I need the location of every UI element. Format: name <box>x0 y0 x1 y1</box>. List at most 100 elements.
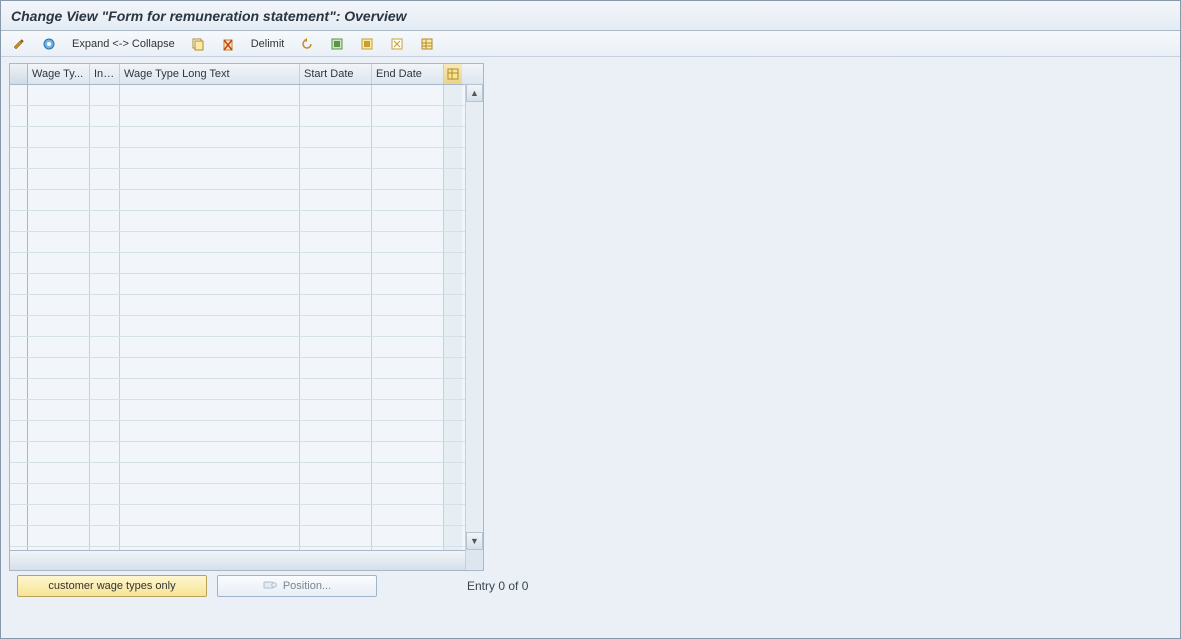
cell-start-date[interactable] <box>300 211 372 231</box>
cell-long-text[interactable] <box>120 400 300 420</box>
configure-columns-button[interactable] <box>444 64 462 84</box>
table-row[interactable] <box>10 379 483 400</box>
cell-long-text[interactable] <box>120 190 300 210</box>
cell-inf[interactable] <box>90 484 120 504</box>
cell-wage-type[interactable] <box>28 379 90 399</box>
cell-start-date[interactable] <box>300 358 372 378</box>
undo-icon[interactable] <box>295 34 319 54</box>
cell-wage-type[interactable] <box>28 526 90 546</box>
cell-inf[interactable] <box>90 316 120 336</box>
cell-wage-type[interactable] <box>28 190 90 210</box>
table-row[interactable] <box>10 190 483 211</box>
cell-end-date[interactable] <box>372 400 444 420</box>
position-button[interactable]: Position... <box>217 575 377 597</box>
table-row[interactable] <box>10 148 483 169</box>
cell-end-date[interactable] <box>372 484 444 504</box>
cell-wage-type[interactable] <box>28 463 90 483</box>
cell-long-text[interactable] <box>120 337 300 357</box>
cell-end-date[interactable] <box>372 169 444 189</box>
cell-end-date[interactable] <box>372 85 444 105</box>
table-settings-icon[interactable] <box>415 34 439 54</box>
cell-long-text[interactable] <box>120 526 300 546</box>
table-row[interactable] <box>10 400 483 421</box>
cell-inf[interactable] <box>90 85 120 105</box>
delete-icon[interactable] <box>216 34 240 54</box>
scroll-down-button[interactable]: ▼ <box>466 532 483 550</box>
cell-start-date[interactable] <box>300 127 372 147</box>
select-block-icon[interactable] <box>355 34 379 54</box>
copy-icon[interactable] <box>186 34 210 54</box>
cell-end-date[interactable] <box>372 442 444 462</box>
cell-wage-type[interactable] <box>28 337 90 357</box>
cell-end-date[interactable] <box>372 337 444 357</box>
cell-start-date[interactable] <box>300 505 372 525</box>
cell-start-date[interactable] <box>300 316 372 336</box>
row-selector[interactable] <box>10 505 28 525</box>
col-header-end-date[interactable]: End Date <box>372 64 444 84</box>
row-selector[interactable] <box>10 400 28 420</box>
table-row[interactable] <box>10 106 483 127</box>
cell-long-text[interactable] <box>120 421 300 441</box>
cell-end-date[interactable] <box>372 505 444 525</box>
cell-long-text[interactable] <box>120 148 300 168</box>
customer-wage-types-button[interactable]: customer wage types only <box>17 575 207 597</box>
table-row[interactable] <box>10 505 483 526</box>
cell-long-text[interactable] <box>120 505 300 525</box>
cell-wage-type[interactable] <box>28 106 90 126</box>
row-selector[interactable] <box>10 379 28 399</box>
cell-inf[interactable] <box>90 400 120 420</box>
cell-end-date[interactable] <box>372 274 444 294</box>
row-selector[interactable] <box>10 211 28 231</box>
table-row[interactable] <box>10 274 483 295</box>
cell-end-date[interactable] <box>372 295 444 315</box>
cell-wage-type[interactable] <box>28 505 90 525</box>
row-selector[interactable] <box>10 421 28 441</box>
row-selector[interactable] <box>10 484 28 504</box>
cell-start-date[interactable] <box>300 148 372 168</box>
cell-wage-type[interactable] <box>28 253 90 273</box>
cell-wage-type[interactable] <box>28 127 90 147</box>
cell-inf[interactable] <box>90 463 120 483</box>
cell-start-date[interactable] <box>300 253 372 273</box>
grid-select-all-header[interactable] <box>10 64 28 84</box>
vertical-scrollbar[interactable]: ▲ ▼ <box>465 84 483 550</box>
cell-end-date[interactable] <box>372 211 444 231</box>
cell-wage-type[interactable] <box>28 274 90 294</box>
table-row[interactable] <box>10 484 483 505</box>
cell-inf[interactable] <box>90 253 120 273</box>
row-selector[interactable] <box>10 337 28 357</box>
table-row[interactable] <box>10 442 483 463</box>
table-row[interactable] <box>10 526 483 547</box>
cell-long-text[interactable] <box>120 127 300 147</box>
table-row[interactable] <box>10 337 483 358</box>
cell-wage-type[interactable] <box>28 400 90 420</box>
cell-wage-type[interactable] <box>28 484 90 504</box>
cell-start-date[interactable] <box>300 190 372 210</box>
cell-start-date[interactable] <box>300 421 372 441</box>
row-selector[interactable] <box>10 463 28 483</box>
cell-long-text[interactable] <box>120 358 300 378</box>
cell-start-date[interactable] <box>300 526 372 546</box>
row-selector[interactable] <box>10 106 28 126</box>
row-selector[interactable] <box>10 358 28 378</box>
col-header-start-date[interactable]: Start Date <box>300 64 372 84</box>
cell-start-date[interactable] <box>300 337 372 357</box>
cell-inf[interactable] <box>90 232 120 252</box>
table-row[interactable] <box>10 211 483 232</box>
cell-start-date[interactable] <box>300 85 372 105</box>
cell-end-date[interactable] <box>372 106 444 126</box>
cell-end-date[interactable] <box>372 253 444 273</box>
table-row[interactable] <box>10 127 483 148</box>
cell-start-date[interactable] <box>300 106 372 126</box>
cell-end-date[interactable] <box>372 148 444 168</box>
cell-end-date[interactable] <box>372 127 444 147</box>
cell-long-text[interactable] <box>120 85 300 105</box>
row-selector[interactable] <box>10 232 28 252</box>
table-row[interactable] <box>10 463 483 484</box>
cell-inf[interactable] <box>90 526 120 546</box>
row-selector[interactable] <box>10 190 28 210</box>
cell-wage-type[interactable] <box>28 316 90 336</box>
cell-start-date[interactable] <box>300 463 372 483</box>
cell-inf[interactable] <box>90 505 120 525</box>
cell-inf[interactable] <box>90 190 120 210</box>
